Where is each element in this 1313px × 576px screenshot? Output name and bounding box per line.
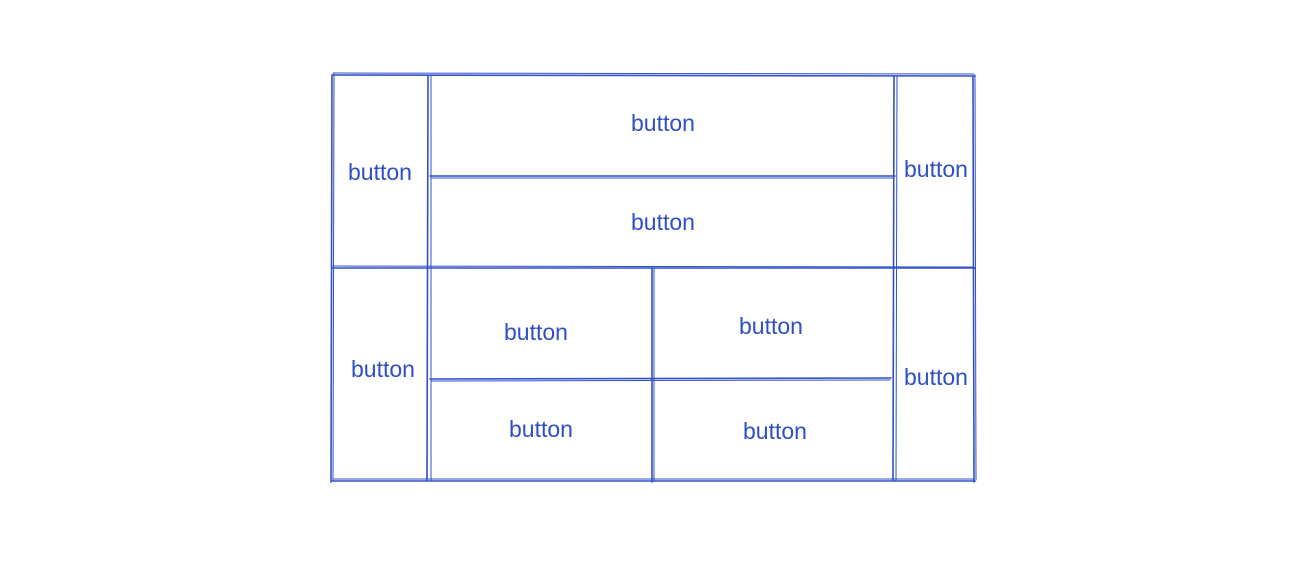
bottom-left-button[interactable]: button — [336, 270, 430, 468]
top-center-lower-button[interactable]: button — [432, 178, 894, 266]
bottom-grid-bottom-right-button[interactable]: button — [656, 382, 894, 480]
top-left-button[interactable]: button — [333, 77, 427, 267]
bottom-grid-top-right-button[interactable]: button — [655, 270, 887, 382]
wireframe-canvas: button button button button button butto… — [0, 0, 1313, 576]
bottom-right-button[interactable]: button — [896, 275, 976, 479]
bottom-grid-top-left-button[interactable]: button — [432, 280, 640, 384]
outer-frame-left — [330, 74, 333, 483]
bottom-grid-bottom-left-button[interactable]: button — [432, 382, 650, 476]
top-center-upper-button[interactable]: button — [432, 76, 894, 170]
top-right-button[interactable]: button — [897, 77, 975, 262]
middle-divider — [332, 265, 975, 268]
outer-frame-top — [332, 72, 975, 75]
